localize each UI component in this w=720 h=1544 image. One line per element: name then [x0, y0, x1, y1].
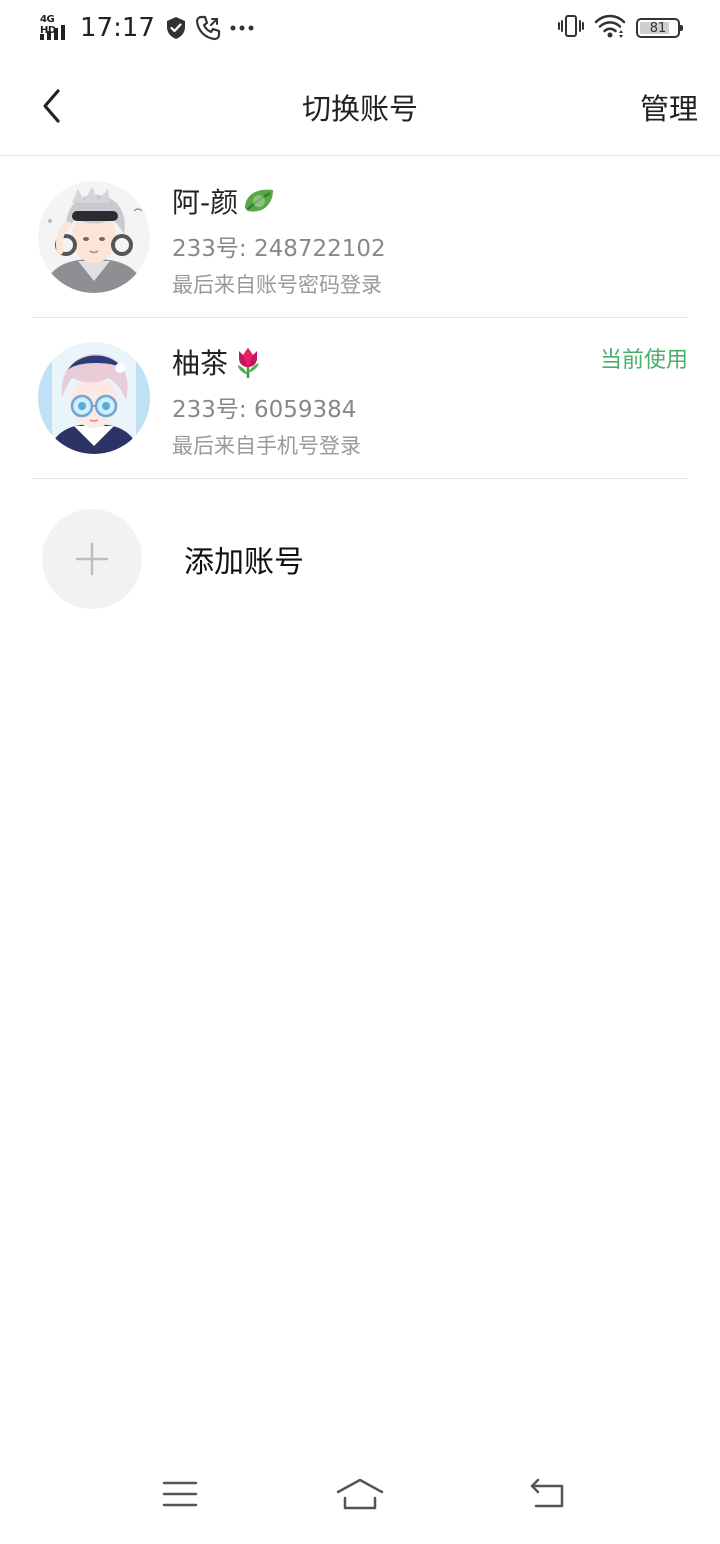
leaf-emoji-icon	[242, 186, 276, 216]
back-nav-button[interactable]	[518, 1464, 578, 1524]
account-name-text: 柚茶	[172, 347, 229, 380]
add-account-button[interactable]: 添加账号	[42, 509, 304, 609]
menu-button[interactable]	[150, 1464, 210, 1524]
back-icon	[530, 1478, 564, 1508]
home-button[interactable]	[330, 1464, 390, 1524]
wifi-icon	[594, 13, 626, 43]
add-account-circle	[42, 509, 142, 609]
status-bar: 4G HD 17:17	[0, 0, 720, 56]
current-account-badge: 当前使用	[599, 348, 688, 373]
account-id: 233号: 6059384	[172, 397, 357, 423]
account-login-source: 最后来自手机号登录	[172, 434, 361, 458]
signal-icon: 4G HD	[40, 14, 72, 42]
account-item[interactable]: 柚茶 233号: 6059384 最后来自手机号登录 当前使用	[32, 318, 688, 479]
account-login-source: 最后来自账号密码登录	[172, 273, 382, 297]
page-title: 切换账号	[301, 92, 418, 126]
system-navigation-bar	[0, 1444, 720, 1544]
manage-button[interactable]: 管理	[640, 86, 698, 128]
tulip-emoji-icon	[232, 345, 264, 379]
account-list: 阿-颜 233号: 248722102 最后来自账号密码登录 柚茶 233号: …	[0, 157, 720, 479]
shield-icon	[165, 16, 187, 40]
header: 切换账号 管理	[0, 56, 720, 156]
battery-level: 81	[649, 20, 667, 36]
account-name: 柚茶	[172, 342, 264, 382]
account-id: 233号: 248722102	[172, 236, 386, 262]
vibrate-icon	[558, 13, 584, 43]
add-account-label: 添加账号	[184, 545, 304, 580]
call-icon	[195, 15, 221, 41]
account-name-text: 阿-颜	[172, 186, 239, 219]
home-icon	[336, 1478, 384, 1510]
menu-icon	[162, 1481, 198, 1507]
avatar	[38, 181, 150, 293]
account-name: 阿-颜	[172, 181, 276, 221]
status-time: 17:17	[80, 13, 155, 43]
more-dots-icon	[229, 24, 255, 32]
avatar	[38, 342, 150, 454]
account-item[interactable]: 阿-颜 233号: 248722102 最后来自账号密码登录	[32, 157, 688, 318]
battery-icon: 81	[636, 18, 683, 38]
plus-icon	[75, 542, 109, 576]
